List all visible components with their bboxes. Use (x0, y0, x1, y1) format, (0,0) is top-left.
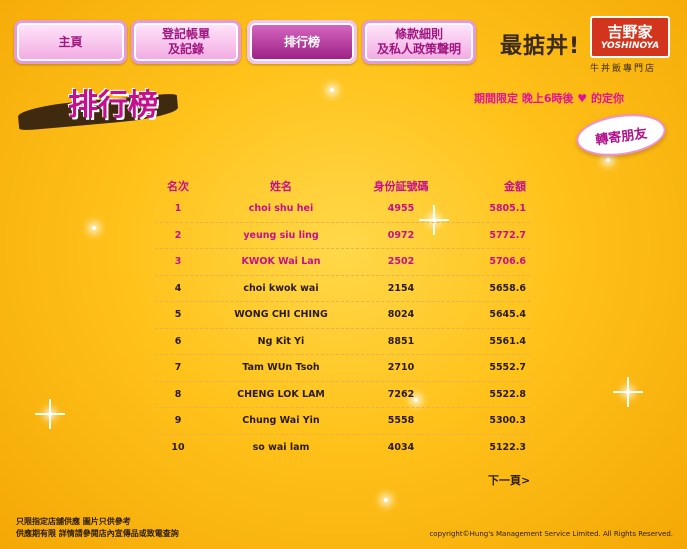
cell-name: KWOK Wai Lan (241, 256, 321, 268)
cell-name: Tam WUn Tsoh (242, 362, 320, 374)
header-name: 姓名 (270, 180, 292, 193)
cell-rank: 10 (171, 442, 185, 454)
cell-id: 7262 (387, 388, 415, 400)
header-amount: 金額 (504, 180, 526, 193)
cell-id: 2154 (387, 282, 415, 294)
cell-amount: 5561.4 (489, 335, 526, 347)
sparkle-decoration (92, 226, 96, 230)
table-row: 1 choi shu hei 4955 5805.1 (155, 196, 530, 223)
nav-terms-button[interactable]: 條款細則 及私人政策聲明 (362, 20, 476, 64)
header-rank: 名次 (167, 180, 189, 193)
cell-id: 8024 (387, 309, 415, 321)
cell-rank: 8 (174, 388, 182, 400)
logo-en-text: YOSHINOYA (600, 40, 660, 51)
cell-amount: 5522.8 (489, 388, 526, 400)
table-header: 名次 姓名 身份証號碼 金額 (155, 176, 530, 196)
ranking-table: 名次 姓名 身份証號碼 金額 1 choi shu hei 4955 5805.… (155, 176, 530, 461)
cell-id: 5558 (387, 415, 415, 427)
footer-line-1: 只限指定店舖供應 圖片只供參考 (16, 517, 131, 526)
cell-name: Chung Wai Yin (242, 415, 320, 427)
table-row: 8 CHENG LOK LAM 7262 5522.8 (155, 382, 530, 408)
table-row: 2 yeung siu ling 0972 5772.7 (155, 223, 530, 249)
cell-rank: 9 (174, 415, 182, 427)
table-row: 7 Tam WUn Tsoh 2710 5552.7 (155, 355, 530, 382)
cell-name: yeung siu ling (243, 229, 319, 241)
cell-id: 8851 (387, 335, 415, 347)
brand-tagline: 牛丼飯專門店 (590, 64, 657, 74)
share-friend-button[interactable]: 轉寄朋友 (573, 108, 669, 162)
page-title: 排行榜 (68, 88, 158, 123)
cell-amount: 5552.7 (489, 362, 526, 374)
header-id: 身份証號碼 (373, 180, 429, 193)
cell-rank: 5 (174, 309, 182, 321)
cell-rank: 4 (174, 282, 182, 294)
sparkle-decoration (330, 88, 334, 92)
cell-amount: 5645.4 (489, 309, 526, 321)
sparkle-decoration (48, 412, 52, 416)
cell-id: 4955 (387, 203, 415, 215)
footer-notes: 只限指定店舖供應 圖片只供參考 供應期有限 詳情請參閱店內宣傳品或致電查詢 (16, 516, 179, 540)
sparkle-decoration (626, 390, 630, 394)
cell-amount: 5805.1 (489, 203, 526, 215)
nav-ranking-button[interactable]: 排行榜 (247, 20, 357, 64)
yoshinoya-logo: 吉野家 YOSHINOYA (590, 16, 670, 58)
footer-line-2: 供應期有限 詳情請參閱店內宣傳品或致電查詢 (16, 529, 179, 538)
cell-name: WONG CHI CHING (234, 309, 328, 321)
sparkle-decoration (606, 158, 610, 162)
cell-rank: 2 (174, 229, 182, 241)
cell-id: 4034 (387, 442, 415, 454)
table-row: 6 Ng Kit Yi 8851 5561.4 (155, 329, 530, 355)
copyright-text: copyright©Hung's Management Service Limi… (429, 530, 673, 538)
cell-rank: 6 (174, 335, 182, 347)
nav-home-button[interactable]: 主頁 (14, 20, 127, 64)
cell-name: choi kwok wai (243, 282, 319, 294)
cell-amount: 5122.3 (489, 442, 526, 454)
promo-text: 期間限定 晚上6時後 ♥ 的定你 (474, 92, 625, 105)
table-row: 5 WONG CHI CHING 8024 5645.4 (155, 302, 530, 329)
table-row: 10 so wai lam 4034 5122.3 (155, 435, 530, 462)
brand-slogan: 最掂丼! (500, 34, 581, 59)
cell-id: 0972 (387, 229, 415, 241)
sparkle-decoration (384, 498, 388, 502)
cell-name: CHENG LOK LAM (237, 388, 325, 400)
cell-name: choi shu hei (248, 203, 314, 215)
cell-name: so wai lam (252, 442, 310, 454)
table-row: 4 choi kwok wai 2154 5658.6 (155, 276, 530, 302)
cell-amount: 5772.7 (489, 229, 526, 241)
cell-name: Ng Kit Yi (257, 335, 305, 347)
cell-rank: 1 (174, 203, 182, 215)
cell-rank: 3 (174, 256, 182, 268)
next-page-link[interactable]: 下一頁> (488, 472, 530, 488)
cell-id: 2710 (387, 362, 415, 374)
cell-amount: 5658.6 (489, 282, 526, 294)
nav-register-button[interactable]: 登記帳單 及記錄 (131, 20, 241, 64)
cell-id: 2502 (387, 256, 415, 268)
table-row: 3 KWOK Wai Lan 2502 5706.6 (155, 249, 530, 276)
cell-rank: 7 (174, 362, 182, 374)
cell-amount: 5706.6 (489, 256, 526, 268)
table-row: 9 Chung Wai Yin 5558 5300.3 (155, 408, 530, 435)
cell-amount: 5300.3 (489, 415, 526, 427)
logo-cn-text: 吉野家 (607, 22, 653, 41)
